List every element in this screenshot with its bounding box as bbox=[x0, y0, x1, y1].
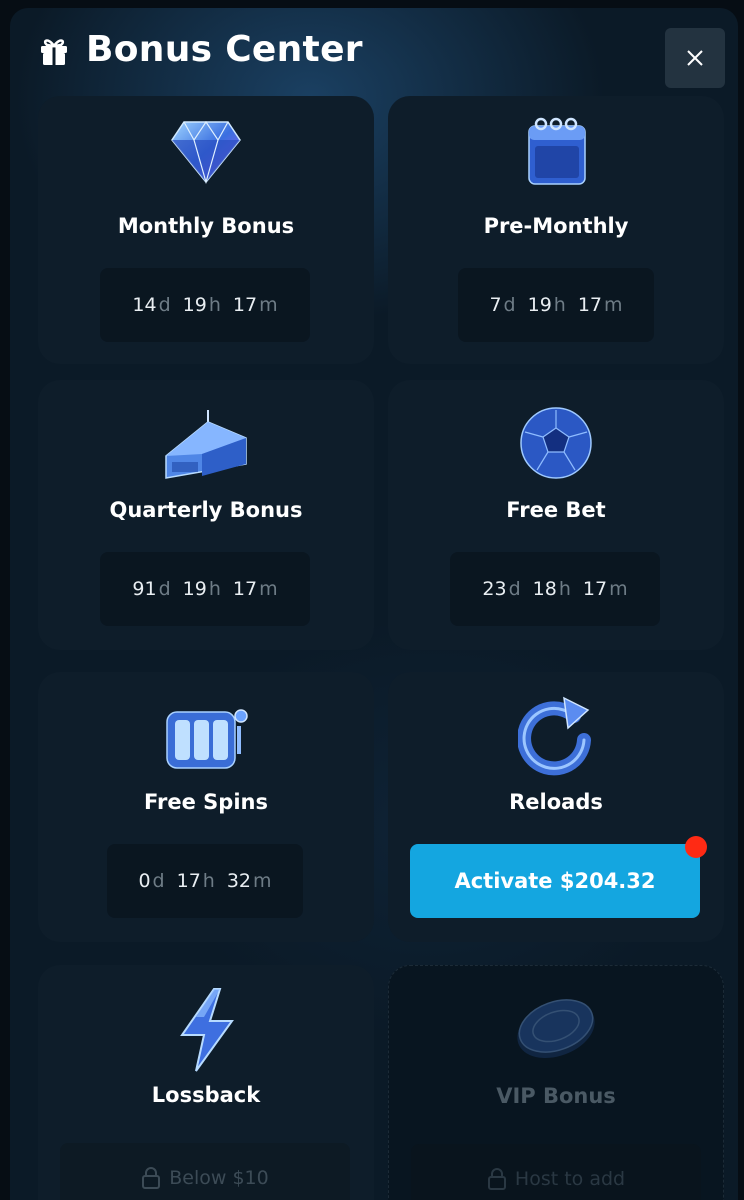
timer-unit: d bbox=[503, 294, 516, 316]
locked-requirement: Host to add bbox=[411, 1144, 701, 1200]
timer-minutes: 17 bbox=[577, 294, 603, 316]
soccer-ball-icon bbox=[388, 406, 724, 486]
timer-hours: 18 bbox=[532, 578, 557, 600]
bonus-card-reloads[interactable]: Reloads Activate $204.32 bbox=[388, 672, 724, 942]
panel-header: Bonus Center bbox=[10, 8, 738, 100]
countdown-timer: 7d 19 h 17 m bbox=[458, 268, 654, 342]
countdown-timer: 0d 17 h 32 m bbox=[107, 844, 303, 918]
slot-machine-icon bbox=[38, 702, 374, 782]
bonus-card-free-bet[interactable]: Free Bet 23 d 18 h 17 m bbox=[388, 380, 724, 650]
timer-hours: 19 bbox=[182, 294, 207, 316]
notification-dot bbox=[685, 836, 707, 858]
timer-unit: d bbox=[158, 578, 171, 600]
close-icon bbox=[687, 50, 703, 66]
timer-days: 0 bbox=[138, 870, 151, 892]
gift-icon bbox=[41, 39, 67, 65]
lock-text: Below $10 bbox=[169, 1167, 269, 1189]
timer-unit: m bbox=[259, 578, 278, 600]
bonus-card-vip[interactable]: VIP Bonus Host to add bbox=[388, 965, 724, 1200]
timer-minutes: 17 bbox=[232, 294, 258, 316]
timer-days: 7 bbox=[489, 294, 502, 316]
bonus-card-monthly[interactable]: Monthly Bonus 14 d 19 h 17 m bbox=[38, 96, 374, 364]
timer-minutes: 17 bbox=[232, 578, 258, 600]
bonus-name: Quarterly Bonus bbox=[109, 498, 303, 522]
timer-minutes: 32 bbox=[226, 870, 252, 892]
bonus-card-free-spins[interactable]: Free Spins 0d 17 h 32 m bbox=[38, 672, 374, 942]
bonus-card-quarterly[interactable]: Quarterly Bonus 91 d 19 h 17 m bbox=[38, 380, 374, 650]
timer-hours: 17 bbox=[176, 870, 201, 892]
timer-unit: h bbox=[208, 294, 221, 316]
lock-text: Host to add bbox=[514, 1168, 626, 1190]
cake-icon bbox=[38, 404, 374, 484]
bonus-name: Free Bet bbox=[506, 498, 606, 522]
timer-unit: d bbox=[508, 578, 521, 600]
timer-unit: m bbox=[604, 294, 623, 316]
timer-days: 14 bbox=[132, 294, 157, 316]
lock-icon bbox=[487, 1168, 506, 1190]
bonus-card-pre-monthly[interactable]: Pre-Monthly 7d 19 h 17 m bbox=[388, 96, 724, 364]
timer-minutes: 17 bbox=[582, 578, 608, 600]
timer-unit: h bbox=[208, 578, 221, 600]
timer-days: 91 bbox=[132, 578, 157, 600]
timer-unit: h bbox=[553, 294, 566, 316]
page-title: Bonus Center bbox=[86, 29, 363, 70]
bonus-name: Monthly Bonus bbox=[117, 214, 295, 238]
timer-hours: 19 bbox=[527, 294, 552, 316]
timer-unit: m bbox=[253, 870, 272, 892]
countdown-timer: 91 d 19 h 17 m bbox=[100, 552, 310, 626]
timer-unit: h bbox=[558, 578, 571, 600]
countdown-timer: 14 d 19 h 17 m bbox=[100, 268, 310, 342]
lightning-icon bbox=[38, 987, 374, 1072]
timer-unit: m bbox=[609, 578, 628, 600]
coin-icon bbox=[389, 992, 723, 1072]
countdown-timer: 23 d 18 h 17 m bbox=[450, 552, 660, 626]
timer-unit: d bbox=[152, 870, 165, 892]
timer-unit: h bbox=[202, 870, 215, 892]
reload-icon bbox=[388, 694, 724, 776]
locked-requirement: Below $10 bbox=[60, 1143, 350, 1200]
bonus-center-panel: Monthly Bonus 14d 19h 17m Pre-Monthly bbox=[10, 8, 738, 1200]
diamond-icon bbox=[38, 116, 374, 196]
bonus-name: Free Spins bbox=[144, 790, 268, 814]
calendar-icon bbox=[388, 116, 724, 196]
bonus-card-lossback[interactable]: Lossback Below $10 bbox=[38, 965, 374, 1200]
timer-hours: 19 bbox=[182, 578, 207, 600]
close-button[interactable] bbox=[665, 28, 725, 88]
bonus-name: VIP Bonus bbox=[496, 1084, 616, 1108]
bonus-grid: Monthly Bonus 14d 19h 17m Pre-Monthly bbox=[10, 8, 738, 1200]
timer-days: 23 bbox=[482, 578, 507, 600]
bonus-name: Reloads bbox=[509, 790, 603, 814]
bonus-name: Lossback bbox=[151, 1083, 261, 1107]
bonus-name: Pre-Monthly bbox=[483, 214, 629, 238]
timer-unit: d bbox=[158, 294, 171, 316]
activate-button[interactable]: Activate $204.32 bbox=[410, 844, 700, 918]
timer-unit: m bbox=[259, 294, 278, 316]
lock-icon bbox=[142, 1167, 161, 1189]
